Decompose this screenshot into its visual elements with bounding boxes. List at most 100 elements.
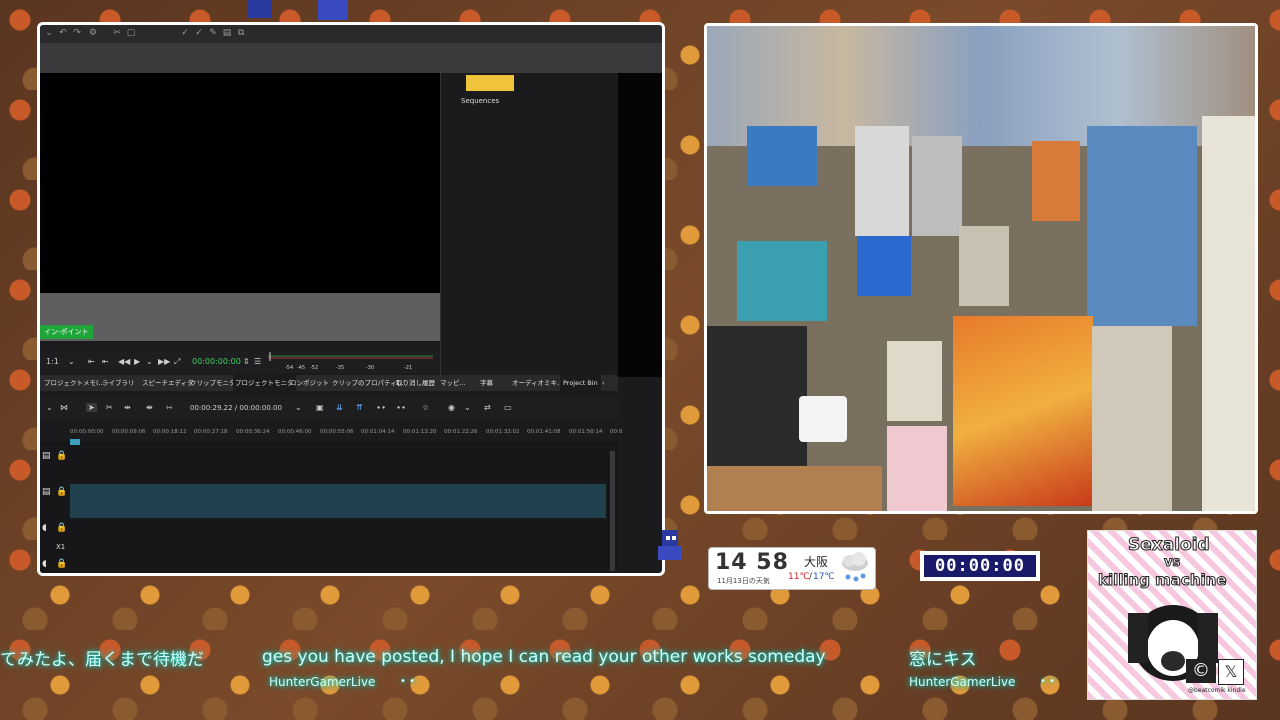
cut-icon[interactable]: ✂: [112, 28, 122, 38]
ruler-tick: 00:00:18:12: [153, 429, 187, 435]
redo-icon[interactable]: ↷: [72, 28, 82, 38]
menu-icon[interactable]: ⌄: [44, 28, 54, 38]
video-editor-window: ⌄ ↶ ↷ ⚙ ✂ ▢ ✓ ✓ ✎ ▤ ⧉ イン-ポイント Sequences …: [37, 22, 665, 576]
timeline-tracks[interactable]: ▤ 🔒 ▤ 🔒 ◖ 🔒 X1 ◖ 🔒: [40, 439, 618, 573]
timeline-position[interactable]: 00:00:29.22 / 00:00:00.00: [190, 404, 282, 412]
timeline-scrollbar[interactable]: [610, 451, 615, 571]
check-icon[interactable]: ✓: [180, 28, 190, 38]
poster: [959, 226, 1009, 306]
playhead-marker[interactable]: [70, 439, 80, 445]
tab-project-monitor[interactable]: プロジェクトモニタ: [233, 375, 296, 391]
pixel-mascot: [654, 526, 686, 566]
speaker-icon[interactable]: ◖: [42, 559, 47, 569]
lock-icon[interactable]: 🔒: [56, 523, 67, 533]
overwrite-icon[interactable]: ⇈: [356, 403, 363, 412]
timeline-ruler[interactable]: 00:00:00:00 00:00:09:06 00:00:18:12 00:0…: [70, 427, 622, 441]
check2-icon[interactable]: ✓: [194, 28, 204, 38]
meter-label: -30: [366, 365, 375, 371]
tab-project-notes[interactable]: プロジェクトメモ(...: [44, 375, 105, 391]
tab-undo-history[interactable]: 取り消し履歴: [396, 375, 435, 391]
meter-label: -45: [297, 365, 306, 371]
razor-tool-icon[interactable]: ✂: [106, 403, 113, 412]
pixel-sprite-graphic: [248, 0, 348, 20]
album-art: Sexaloid vs killing machine © 𝕏 @beatcom…: [1087, 530, 1257, 700]
tab-audio-mixer[interactable]: オーディオミキ...: [512, 375, 563, 391]
speaker-icon[interactable]: ◖: [42, 523, 47, 533]
in-point-marker[interactable]: イン-ポイント: [40, 325, 93, 339]
lock-icon[interactable]: 🔒: [56, 451, 67, 461]
selected-track[interactable]: [70, 484, 606, 518]
poster: [912, 136, 962, 236]
play-options-icon[interactable]: ⌄: [146, 357, 153, 366]
spacer-tool-icon[interactable]: ⇹: [124, 403, 131, 412]
undo-icon[interactable]: ↶: [58, 28, 68, 38]
project-monitor[interactable]: [40, 73, 440, 293]
sequence-thumbnail[interactable]: [466, 75, 514, 91]
album-credit: @beatcomik kindle: [1188, 687, 1246, 694]
record-icon[interactable]: ◉: [448, 403, 455, 412]
poster-dragon: [953, 316, 1093, 506]
fullscreen-icon[interactable]: ⤢: [174, 357, 180, 367]
pixel-sprite-top: [248, 0, 348, 22]
tab-clip-properties[interactable]: クリップのプロパティ(...: [332, 375, 405, 391]
fit-icon[interactable]: ▣: [316, 403, 324, 412]
lock-icon[interactable]: 🔒: [56, 559, 67, 569]
tab-subtitles[interactable]: 字幕: [480, 375, 493, 391]
tab-clip-monitor[interactable]: クリップモニタ: [190, 375, 236, 391]
record-dropdown-icon[interactable]: ⌄: [464, 403, 471, 412]
ruler-tick: 00:01:41:08: [527, 429, 561, 435]
ruler-tick: 00:00:55:06: [320, 429, 354, 435]
copy-icon[interactable]: ⧉: [236, 28, 246, 38]
settings-sliders-icon[interactable]: ⇄: [484, 403, 491, 412]
tab-scroll-left-icon[interactable]: ‹: [602, 375, 605, 391]
timeline-toolbar: ⌄ ⋈ ➤ ✂ ⇹ ⇼ ⇿ 00:00:29.22 / 00:00:00.00 …: [40, 397, 618, 419]
favorite-icon[interactable]: ☆: [422, 403, 429, 412]
tab-project-bin[interactable]: Project Bin: [560, 375, 601, 391]
zoom-dropdown-icon[interactable]: ⌄: [68, 357, 75, 366]
chat-username: HunterGamerLive: [909, 675, 1016, 689]
track-label: X1: [56, 543, 66, 551]
ripple-tool-icon[interactable]: ⇼: [146, 403, 153, 412]
tab-speech-editor[interactable]: スピーチエディタ: [142, 375, 194, 391]
insert-icon[interactable]: ⇊: [336, 403, 343, 412]
ruler-tick: 00:00:00:00: [70, 429, 104, 435]
rain-cloud-icon: [839, 551, 871, 585]
copyright-logo-icon: ©: [1186, 659, 1216, 683]
fast-forward-icon[interactable]: ▶▶: [158, 357, 170, 366]
extract-icon[interactable]: ∙∙: [396, 403, 406, 412]
poster: [747, 126, 817, 186]
ruler-tick: 00:00:46:00: [278, 429, 312, 435]
chat-dots: • •: [1040, 676, 1055, 687]
tab-mapping[interactable]: マッピ...: [440, 375, 466, 391]
track-toggle-icon[interactable]: ▤: [42, 451, 51, 461]
rain-cloud-graphic: [842, 552, 868, 582]
select-icon[interactable]: ▢: [126, 28, 136, 38]
edit-icon[interactable]: ✎: [208, 28, 218, 38]
ruler-tick: 00:00:36:24: [236, 429, 270, 435]
transport-timecode[interactable]: 00:00:00:00: [192, 357, 241, 366]
slip-tool-icon[interactable]: ⇿: [166, 403, 173, 412]
pixel-mascot-graphic: [658, 530, 682, 560]
album-title-1: Sexaloid: [1128, 535, 1211, 556]
timecode-spin-icon[interactable]: ⇕: [243, 357, 250, 366]
track-menu-icon[interactable]: ⌄: [46, 403, 53, 412]
project-bin: Sequences: [440, 73, 619, 377]
lock-icon[interactable]: 🔒: [56, 487, 67, 497]
selection-tool-icon[interactable]: ➤: [86, 403, 97, 412]
zoom-select[interactable]: 1:1: [46, 357, 59, 366]
prev-frame-icon[interactable]: ⇤: [102, 357, 109, 366]
monitor-menu-icon[interactable]: ☰: [254, 357, 261, 366]
play-icon[interactable]: ▶: [134, 357, 140, 366]
mix-icon[interactable]: ⋈: [60, 403, 68, 412]
settings-icon[interactable]: ⚙: [88, 28, 98, 38]
track-toggle-icon[interactable]: ▤: [42, 487, 51, 497]
clock-date: 11月13日の天気: [717, 577, 770, 585]
panel-icon[interactable]: ▭: [504, 403, 512, 412]
position-dropdown-icon[interactable]: ⌄: [295, 403, 302, 412]
lift-icon[interactable]: ∙∙: [376, 403, 386, 412]
rewind-icon[interactable]: ◀◀: [118, 357, 130, 366]
doc-icon[interactable]: ▤: [222, 28, 232, 38]
tab-composite[interactable]: コンポジット: [290, 375, 329, 391]
goto-start-icon[interactable]: ⇤: [88, 357, 95, 366]
tab-library[interactable]: ライブラリ: [102, 375, 135, 391]
